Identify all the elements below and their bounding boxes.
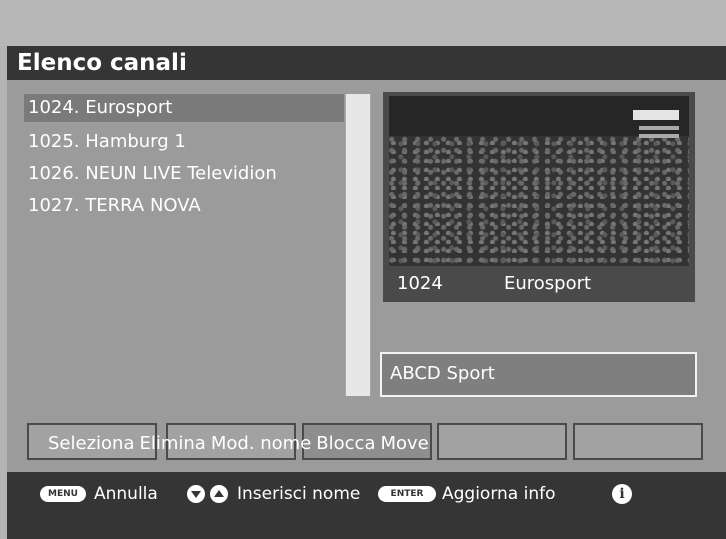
channel-item[interactable]: 1025. Hamburg 1 bbox=[24, 126, 344, 158]
channel-item[interactable]: 1027. TERRA NOVA bbox=[24, 190, 344, 222]
logo-line bbox=[639, 134, 679, 138]
preview-channel-number: 1024 bbox=[397, 273, 443, 294]
action-button-2[interactable] bbox=[166, 423, 296, 460]
channel-logo bbox=[633, 110, 679, 120]
video-preview bbox=[389, 96, 689, 266]
title-bar: Elenco canali bbox=[7, 46, 726, 80]
scrollbar-track[interactable] bbox=[345, 94, 371, 396]
action-button-1[interactable] bbox=[27, 423, 157, 460]
program-info-box[interactable]: ABCD Sport bbox=[380, 352, 697, 397]
channel-preview: 1024 Eurosport bbox=[383, 92, 695, 302]
top-band bbox=[0, 0, 726, 46]
scrollbar-thumb[interactable] bbox=[346, 94, 370, 396]
enter-key-icon: ENTER bbox=[378, 486, 436, 502]
page-title: Elenco canali bbox=[17, 50, 187, 76]
program-info-text: ABCD Sport bbox=[390, 363, 495, 384]
info-icon: i bbox=[612, 484, 632, 504]
action-button-5[interactable] bbox=[573, 423, 703, 460]
preview-channel-name: Eurosport bbox=[504, 273, 592, 294]
arrow-down-icon bbox=[187, 485, 205, 503]
menu-hint-label: Annulla bbox=[94, 484, 158, 504]
channel-item-selected[interactable]: 1024. Eurosport bbox=[24, 94, 344, 122]
nav-hint-label: Inserisci nome bbox=[237, 484, 361, 504]
action-button-4[interactable] bbox=[437, 423, 567, 460]
arrow-up-icon bbox=[210, 485, 228, 503]
menu-key-icon: MENU bbox=[40, 486, 86, 502]
video-image bbox=[389, 136, 689, 266]
channel-item[interactable]: 1026. NEUN LIVE Televidion bbox=[24, 158, 344, 190]
channel-list: 1024. Eurosport 1025. Hamburg 1 1026. NE… bbox=[24, 94, 344, 222]
action-button-3[interactable] bbox=[302, 423, 432, 460]
enter-hint-label: Aggiorna info bbox=[442, 484, 556, 504]
logo-line bbox=[639, 126, 679, 130]
